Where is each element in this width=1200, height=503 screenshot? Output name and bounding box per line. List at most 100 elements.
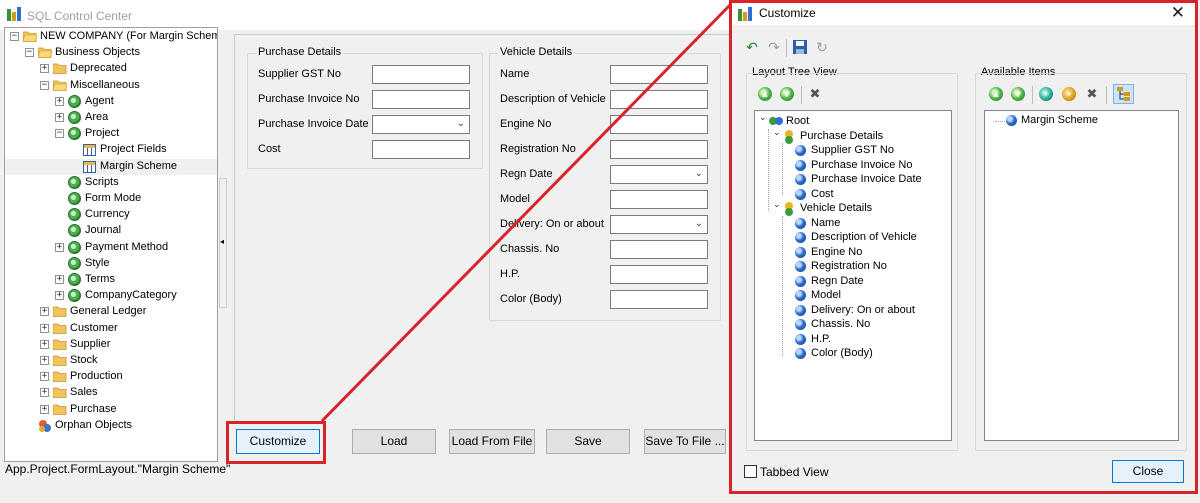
expand-icon[interactable]: + [55, 291, 64, 301]
description-of-vehicle-field[interactable] [610, 90, 708, 109]
load-button[interactable]: Load [352, 429, 436, 454]
expand-icon[interactable]: + [40, 307, 49, 317]
save-to-file-button[interactable]: Save To File ... [644, 429, 726, 454]
tree-item-margin-scheme[interactable]: Margin Scheme [5, 158, 217, 175]
tree-item-style[interactable]: Style [5, 256, 217, 272]
folder-icon [53, 355, 67, 366]
gear-icon [68, 240, 81, 254]
cost-label: Cost [258, 143, 281, 155]
expand-icon[interactable]: + [55, 113, 64, 122]
expand-icon[interactable]: + [40, 323, 49, 333]
h-p-field[interactable] [610, 265, 708, 284]
tree-item-orphan-objects[interactable]: Orphan Objects [5, 418, 217, 434]
h-p-label: H.P. [500, 268, 520, 280]
tree-item-label: Supplier [70, 337, 111, 350]
chevron-down-icon[interactable]: ⌄ [695, 218, 703, 229]
purchase-invoice-date-select[interactable]: ⌄ [372, 115, 470, 134]
folder-icon [53, 387, 67, 399]
chevron-down-icon[interactable]: ⌄ [695, 168, 703, 179]
expand-icon[interactable]: + [55, 96, 64, 106]
delivery-on-or-about-select[interactable]: ⌄ [610, 215, 708, 234]
supplier-gst-no-field[interactable] [372, 65, 470, 84]
tree-item-general-ledger[interactable]: + General Ledger [5, 304, 217, 320]
model-label: Model [500, 193, 530, 205]
purchase-invoice-no-field[interactable] [372, 90, 470, 109]
expand-icon[interactable]: + [55, 242, 64, 252]
vehicle-details-title: Vehicle Details [498, 46, 575, 58]
object-tree[interactable]: − NEW COMPANY (For Margin Scheme − Business… [4, 27, 218, 462]
expand-icon[interactable]: + [40, 388, 49, 398]
window-title: SQL Control Center [27, 9, 132, 23]
grid-icon [83, 160, 96, 173]
tree-item-agent[interactable]: + Agent [5, 94, 217, 110]
expand-icon[interactable]: + [40, 339, 49, 349]
tree-item-supplier[interactable]: + Supplier [5, 337, 217, 353]
tree-item-label: Scripts [85, 175, 119, 188]
tree-item-label: Sales [70, 386, 98, 399]
folder-open-icon [38, 47, 52, 59]
tree-item-business-objects[interactable]: − Business Objects [5, 45, 217, 61]
tree-item-project-fields[interactable]: Project Fields [5, 142, 217, 158]
expand-icon[interactable]: + [55, 275, 64, 284]
tree-item-journal[interactable]: Journal [5, 223, 217, 239]
tree-item-stock[interactable]: + Stock [5, 353, 217, 369]
chassis-no-field[interactable] [610, 240, 708, 259]
engine-no-field[interactable] [610, 115, 708, 134]
tree-item-payment-method[interactable]: + Payment Method [5, 240, 217, 256]
tree-item-scripts[interactable]: Scripts [5, 175, 217, 191]
tree-item-sales[interactable]: + Sales [5, 385, 217, 401]
tree-item-label: Project [85, 127, 120, 140]
tree-item-customer[interactable]: + Customer [5, 321, 217, 337]
expand-icon[interactable]: + [40, 404, 49, 414]
collapse-icon[interactable]: − [40, 80, 49, 90]
expand-icon[interactable]: + [40, 356, 49, 365]
color-body-field[interactable] [610, 290, 708, 309]
tree-item-companycategory[interactable]: + CompanyCategory [5, 288, 217, 304]
load-from-file-button[interactable]: Load From File ... [449, 429, 535, 471]
name-field[interactable] [610, 65, 708, 84]
gear-icon [68, 111, 81, 124]
gear-icon [68, 208, 81, 222]
engine-no-label: Engine No [500, 118, 552, 130]
regn-date-select[interactable]: ⌄ [610, 165, 708, 184]
tree-splitter[interactable]: ◂ [219, 178, 227, 308]
expand-icon[interactable]: + [40, 64, 49, 74]
purchase-invoice-date-label: Purchase Invoice Date [258, 118, 369, 130]
expand-icon[interactable]: + [40, 372, 49, 382]
tree-item-currency[interactable]: Currency [5, 207, 217, 223]
tree-item-label: Customer [70, 321, 118, 334]
tree-item-area[interactable]: + Area [5, 110, 217, 126]
chassis-no-label: Chassis. No [500, 243, 560, 255]
folder-icon [53, 404, 67, 415]
chevron-down-icon[interactable]: ⌄ [457, 118, 465, 129]
tree-item-new-company-for-margin-scheme[interactable]: − NEW COMPANY (For Margin Scheme [5, 29, 217, 45]
registration-no-field[interactable] [610, 140, 708, 159]
tree-item-label: Purchase [70, 402, 117, 415]
tree-item-label: Form Mode [85, 192, 142, 204]
tree-item-miscellaneous[interactable]: − Miscellaneous [5, 78, 217, 94]
tree-item-terms[interactable]: + Terms [5, 272, 217, 288]
save-button[interactable]: Save [546, 429, 630, 454]
tree-item-label: CompanyCategory [85, 289, 177, 302]
collapse-icon[interactable]: − [25, 48, 34, 58]
tree-item-production[interactable]: + Production [5, 369, 217, 385]
gear-icon [68, 175, 81, 189]
tree-item-label: Margin Scheme [100, 159, 178, 172]
cost-field[interactable] [372, 140, 470, 159]
tree-item-form-mode[interactable]: Form Mode [5, 191, 217, 207]
delivery-on-or-about-label: Delivery: On or about [500, 218, 604, 230]
collapse-arrow-icon[interactable]: ◂ [220, 237, 224, 246]
highlight-frame-dialog [729, 0, 1198, 494]
tree-item-project[interactable]: − Project [5, 126, 217, 142]
tree-item-label: Project Fields [100, 143, 167, 156]
model-field[interactable] [610, 190, 708, 209]
tree-item-label: Business Objects [55, 46, 140, 59]
collapse-icon[interactable]: − [55, 129, 64, 139]
regn-date-label: Regn Date [500, 168, 553, 180]
collapse-icon[interactable]: − [10, 32, 19, 41]
tree-item-label: Miscellaneous [70, 78, 140, 91]
tree-item-purchase[interactable]: + Purchase [5, 402, 217, 418]
status-bar: App.Project.FormLayout."Margin Scheme" [0, 462, 735, 503]
tree-item-label: NEW COMPANY (For Margin Scheme [40, 30, 218, 42]
tree-item-deprecated[interactable]: + Deprecated [5, 61, 217, 77]
